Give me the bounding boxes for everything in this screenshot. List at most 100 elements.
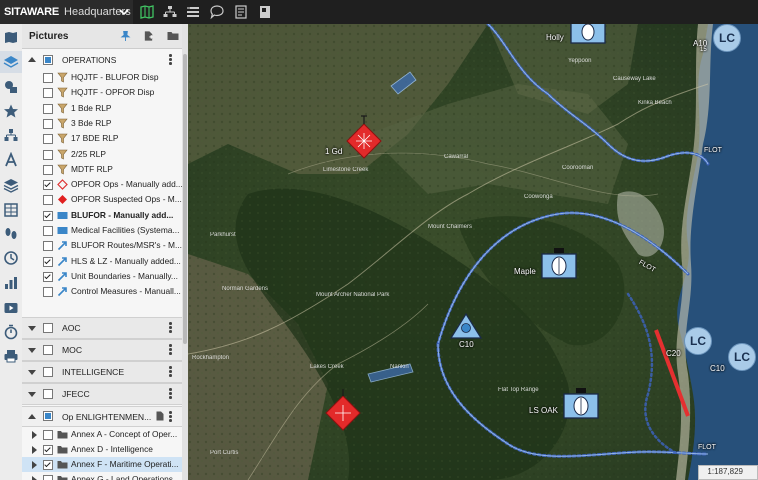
group-menu-icon[interactable] bbox=[169, 366, 172, 377]
operations-group-header[interactable]: OPERATIONS bbox=[22, 52, 186, 68]
grid-table-icon[interactable] bbox=[3, 202, 19, 218]
expand-arrow-icon[interactable] bbox=[32, 461, 37, 469]
item-checkbox[interactable] bbox=[43, 226, 53, 236]
place-coorooman: Coorooman bbox=[562, 165, 594, 171]
list-view-icon[interactable] bbox=[185, 4, 201, 20]
operations-menu-icon[interactable] bbox=[169, 54, 172, 65]
annex-item[interactable]: Annex D - Intelligence bbox=[22, 442, 186, 457]
item-checkbox[interactable] bbox=[43, 180, 53, 191]
item-checkbox[interactable] bbox=[43, 287, 53, 298]
print-icon[interactable] bbox=[3, 348, 19, 364]
group-menu-icon[interactable] bbox=[169, 388, 172, 399]
annex-item[interactable]: Annex A - Concept of Oper... bbox=[22, 427, 186, 442]
chevron-down-icon[interactable] bbox=[119, 7, 129, 17]
operations-item[interactable]: 1 Bde RLP bbox=[22, 101, 186, 116]
item-checkbox[interactable] bbox=[43, 164, 53, 175]
operations-item[interactable]: 3 Bde RLP bbox=[22, 116, 186, 131]
video-play-icon[interactable] bbox=[3, 300, 19, 316]
expand-arrow-icon[interactable] bbox=[32, 446, 37, 454]
operations-item[interactable]: Unit Boundaries - Manually... bbox=[22, 269, 186, 284]
group-moc[interactable]: MOC bbox=[22, 339, 186, 361]
op-group-header[interactable]: Op ENLIGHTENMEN... bbox=[22, 406, 186, 427]
bar-chart-icon[interactable] bbox=[3, 275, 19, 291]
hierarchy-icon[interactable] bbox=[3, 127, 19, 143]
collapse-arrow-icon[interactable] bbox=[28, 414, 36, 419]
document-icon[interactable] bbox=[233, 4, 249, 20]
operations-item[interactable]: HLS & LZ - Manually added... bbox=[22, 254, 186, 269]
text-tool-icon[interactable] bbox=[3, 152, 19, 168]
item-checkbox[interactable] bbox=[43, 430, 53, 440]
workspace-selector[interactable]: SITAWARE Headquarters bbox=[0, 0, 133, 24]
footprints-icon[interactable] bbox=[3, 226, 19, 242]
scrollbar-thumb[interactable] bbox=[183, 54, 187, 344]
item-checkbox[interactable] bbox=[43, 118, 53, 129]
map-nav-icon[interactable] bbox=[3, 29, 19, 45]
lc-marker-mid[interactable]: LC bbox=[684, 327, 712, 355]
map-book-icon[interactable] bbox=[139, 4, 155, 20]
group-checkbox[interactable] bbox=[43, 389, 53, 399]
item-checkbox[interactable] bbox=[43, 134, 53, 145]
item-checkbox[interactable] bbox=[43, 460, 53, 470]
expand-arrow-icon[interactable] bbox=[28, 348, 36, 353]
item-checkbox[interactable] bbox=[43, 445, 53, 455]
item-checkbox[interactable] bbox=[43, 256, 53, 267]
operations-item[interactable]: BLUFOR Routes/MSR's - M... bbox=[22, 238, 186, 253]
operations-checkbox[interactable] bbox=[43, 55, 53, 65]
operations-item[interactable]: Medical Facilities (Systema... bbox=[22, 223, 186, 238]
operations-item[interactable]: OPFOR Ops - Manually add... bbox=[22, 177, 186, 192]
operations-item[interactable]: Control Measures - Manuall... bbox=[22, 284, 186, 299]
chat-icon[interactable] bbox=[209, 4, 225, 20]
pin-icon[interactable] bbox=[120, 30, 131, 42]
group-intelligence[interactable]: INTELLIGENCE bbox=[22, 361, 186, 383]
annex-item[interactable]: Annex G - Land Operations bbox=[22, 472, 186, 480]
history-icon[interactable] bbox=[3, 250, 19, 266]
map-view[interactable]: Holly 1 Gd Maple C10 LS OAK A10 15 C20 C… bbox=[188, 24, 758, 480]
operations-item[interactable]: 2/25 RLP bbox=[22, 147, 186, 162]
lc-marker-top[interactable]: LC bbox=[713, 24, 741, 52]
layers-nav-button[interactable] bbox=[0, 51, 22, 73]
item-checkbox[interactable] bbox=[43, 210, 53, 221]
map-canvas[interactable] bbox=[188, 24, 758, 480]
group-checkbox[interactable] bbox=[43, 323, 53, 333]
folder-icon[interactable] bbox=[167, 30, 179, 41]
group-checkbox[interactable] bbox=[43, 345, 53, 355]
operations-item[interactable]: 17 BDE RLP bbox=[22, 131, 186, 146]
item-checkbox[interactable] bbox=[43, 88, 53, 99]
item-checkbox[interactable] bbox=[43, 103, 53, 114]
operations-item[interactable]: OPFOR Suspected Ops - M... bbox=[22, 192, 186, 207]
star-icon[interactable] bbox=[3, 103, 19, 119]
blufor-unit-holly[interactable] bbox=[570, 24, 606, 44]
item-checkbox[interactable] bbox=[43, 475, 53, 480]
document-icon[interactable] bbox=[156, 411, 164, 421]
collapse-arrow-icon[interactable] bbox=[28, 57, 36, 62]
group-aoc[interactable]: AOC bbox=[22, 317, 186, 339]
expand-arrow-icon[interactable] bbox=[28, 326, 36, 331]
expand-arrow-icon[interactable] bbox=[28, 370, 36, 375]
group-jfecc[interactable]: JFECC bbox=[22, 383, 186, 405]
annex-item[interactable]: Annex F - Maritime Operati... bbox=[22, 457, 186, 472]
op-group-checkbox[interactable] bbox=[43, 411, 53, 421]
operations-item[interactable]: BLUFOR - Manually add... bbox=[22, 208, 186, 223]
item-checkbox[interactable] bbox=[43, 241, 53, 252]
group-menu-icon[interactable] bbox=[169, 344, 172, 355]
new-document-icon[interactable] bbox=[143, 30, 154, 42]
timer-icon[interactable] bbox=[3, 324, 19, 340]
op-group-menu-icon[interactable] bbox=[169, 411, 172, 422]
item-checkbox[interactable] bbox=[43, 195, 53, 206]
item-checkbox[interactable] bbox=[43, 149, 53, 160]
report-icon[interactable] bbox=[257, 4, 273, 20]
expand-arrow-icon[interactable] bbox=[28, 392, 36, 397]
operations-item[interactable]: HQJTF - BLUFOR Disp bbox=[22, 70, 186, 85]
org-chart-icon[interactable] bbox=[162, 4, 178, 20]
operations-item[interactable]: MDTF RLP bbox=[22, 162, 186, 177]
item-checkbox[interactable] bbox=[43, 73, 53, 83]
group-menu-icon[interactable] bbox=[169, 322, 172, 333]
lc-marker-right[interactable]: LC bbox=[728, 343, 756, 371]
stack-icon[interactable] bbox=[3, 177, 19, 193]
shapes-icon[interactable] bbox=[3, 79, 19, 95]
group-checkbox[interactable] bbox=[43, 367, 53, 377]
item-checkbox[interactable] bbox=[43, 271, 53, 282]
operations-item[interactable]: HQJTF - OPFOR Disp bbox=[22, 85, 186, 100]
expand-arrow-icon[interactable] bbox=[32, 431, 37, 439]
expand-arrow-icon[interactable] bbox=[32, 476, 37, 480]
